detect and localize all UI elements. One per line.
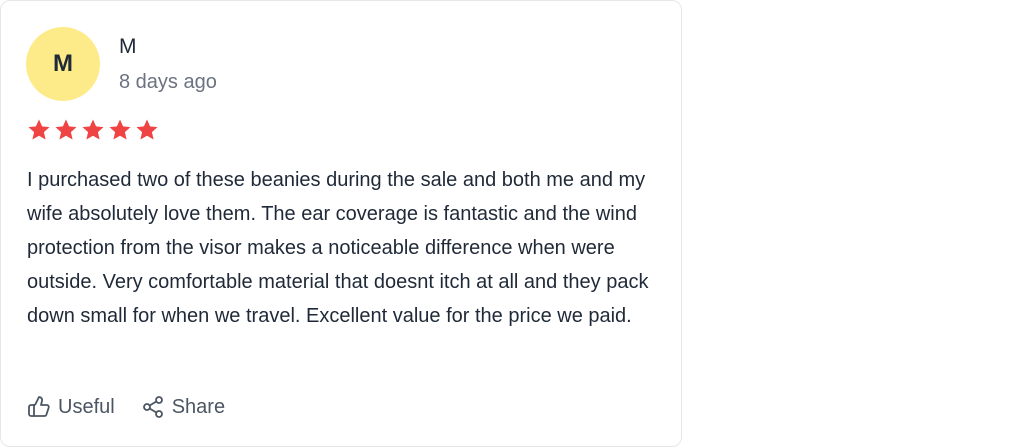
- review-card: M M 8 days ago I purchased two of these …: [0, 0, 682, 447]
- star-icon: [28, 119, 50, 140]
- avatar: M: [26, 27, 100, 101]
- share-button[interactable]: Share: [141, 395, 225, 419]
- star-rating: [27, 118, 159, 142]
- useful-button[interactable]: Useful: [27, 395, 115, 419]
- star-icon: [136, 119, 158, 140]
- star-icon: [55, 119, 77, 140]
- review-text: I purchased two of these beanies during …: [27, 169, 649, 327]
- review-date: 8 days ago: [119, 71, 217, 93]
- review-actions: Useful Share: [27, 395, 225, 419]
- useful-label: Useful: [58, 395, 115, 418]
- share-label: Share: [171, 395, 226, 418]
- share-icon: [142, 396, 163, 418]
- star-icon: [109, 119, 131, 140]
- author-name: M: [119, 35, 137, 58]
- star-icon: [82, 119, 104, 140]
- thumbs-up-icon: [28, 396, 50, 417]
